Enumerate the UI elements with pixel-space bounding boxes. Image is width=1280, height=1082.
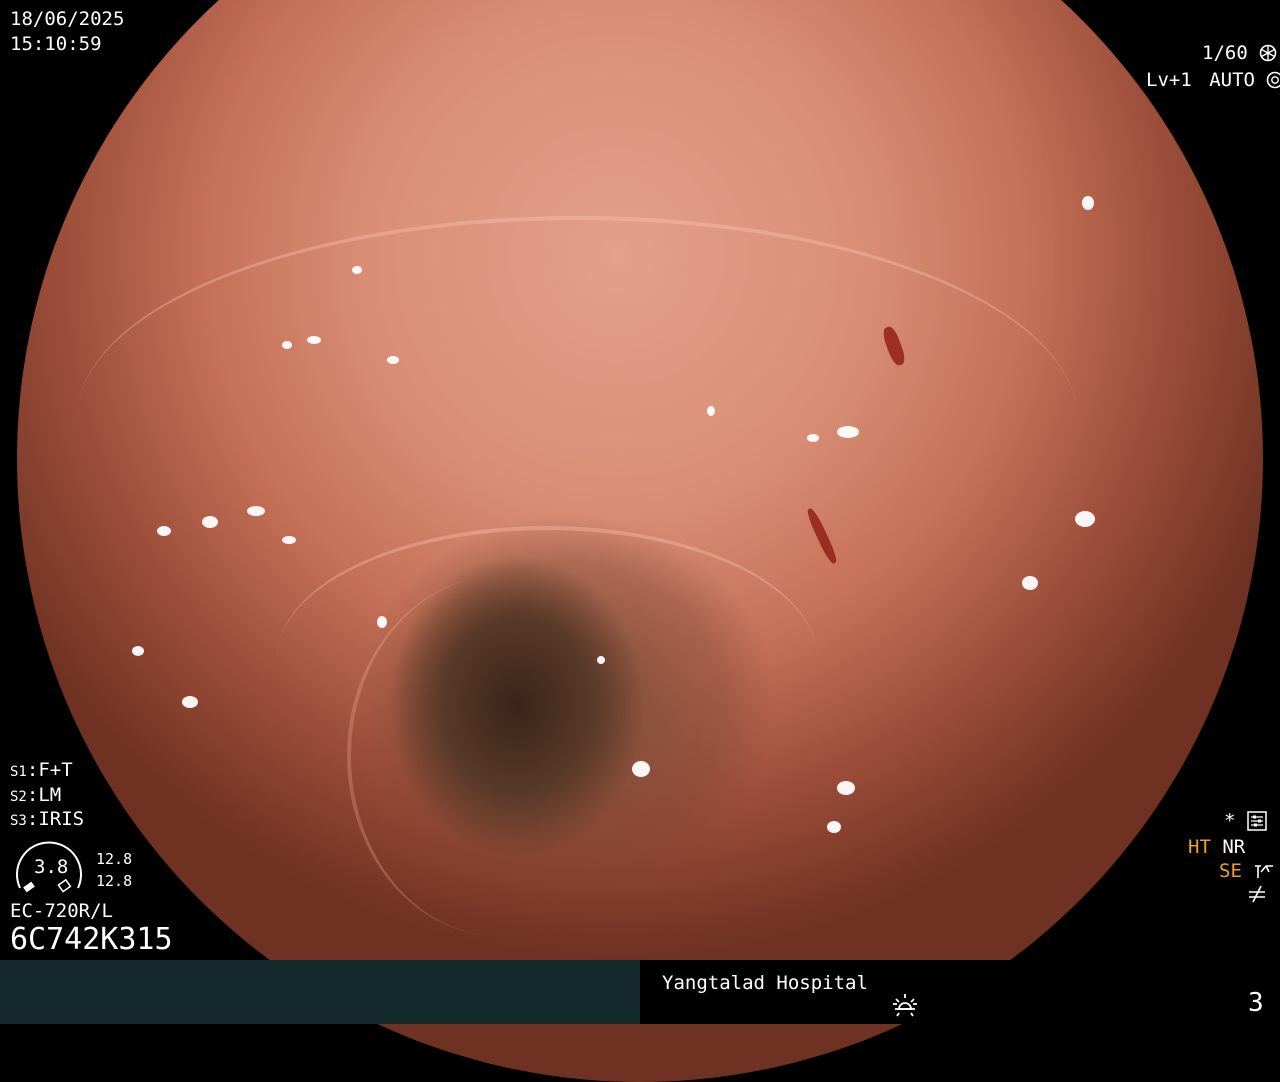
shutter-value: 1/60 xyxy=(1202,42,1248,64)
specular-highlight xyxy=(157,526,171,536)
gauge-bottom-value: 12.8 xyxy=(96,872,133,890)
auto-exposure-icon xyxy=(1255,69,1280,91)
gauge-top-value: 12.8 xyxy=(96,850,133,868)
indicator-row-1: * xyxy=(1224,810,1267,832)
shutter-icon xyxy=(1259,42,1277,64)
setting-s1-value: F+T xyxy=(38,759,73,781)
setting-s1: S1:F+T xyxy=(10,759,73,781)
indicator-row-3: SE xyxy=(1219,860,1275,882)
se-indicator: SE xyxy=(1219,860,1242,882)
shutter-speed: 1/60 xyxy=(1202,42,1277,64)
specular-highlight xyxy=(377,616,387,628)
brightness-icon xyxy=(890,990,920,1024)
setting-s3: S3:IRIS xyxy=(10,808,85,830)
indicator-row-2: HT NR xyxy=(1188,836,1245,858)
specular-highlight xyxy=(1075,511,1095,527)
mucosal-fold xyxy=(347,576,651,936)
exposure-row: Lv+1 AUTO xyxy=(1146,69,1280,91)
specular-highlight xyxy=(837,781,855,795)
endoscopic-image xyxy=(17,0,1263,1082)
hospital-name: Yangtalad Hospital xyxy=(662,972,868,994)
page-number: 3 xyxy=(1248,988,1264,1018)
setting-s1-key: S1 xyxy=(10,764,27,780)
ht-indicator: HT xyxy=(1188,836,1211,858)
specular-highlight xyxy=(132,646,144,656)
specular-highlight xyxy=(1082,196,1094,210)
gauge-value: 3.8 xyxy=(34,856,69,878)
specular-highlight xyxy=(282,341,292,349)
setting-s3-value: IRIS xyxy=(38,808,85,830)
specular-highlight xyxy=(632,761,650,777)
setting-s2-value: LM xyxy=(38,784,62,806)
specular-highlight xyxy=(247,506,265,516)
date-label: 18/06/2025 xyxy=(10,8,125,30)
specular-highlight xyxy=(1022,576,1038,590)
gauge-icon: 3.8 xyxy=(10,838,92,898)
level-label: Lv+1 xyxy=(1146,69,1192,91)
specular-highlight xyxy=(307,336,321,344)
setting-s2: S2:LM xyxy=(10,784,62,806)
scope-model: EC-720R/L xyxy=(10,900,113,922)
setting-s2-key: S2 xyxy=(10,789,27,805)
star-indicator: * xyxy=(1224,810,1236,832)
settings-menu-icon xyxy=(1247,810,1267,832)
footer-left-panel xyxy=(0,960,640,1024)
specular-highlight xyxy=(827,821,841,833)
specular-highlight xyxy=(707,406,715,416)
setting-s3-key: S3 xyxy=(10,813,27,829)
specular-highlight xyxy=(837,426,859,438)
filter-off-icon xyxy=(1246,884,1268,909)
exposure-mode-label: AUTO xyxy=(1209,69,1255,91)
footer-bar: Yangtalad Hospital 3 xyxy=(0,960,1280,1024)
nr-indicator: NR xyxy=(1222,836,1246,858)
time-label: 15:10:59 xyxy=(10,33,102,55)
specular-highlight xyxy=(182,696,198,708)
se-mode-icon xyxy=(1242,860,1275,882)
specular-highlight xyxy=(282,536,296,544)
specular-highlight xyxy=(807,434,819,442)
scope-serial: 6C742K315 xyxy=(10,922,173,957)
specular-highlight xyxy=(352,266,362,274)
specular-highlight xyxy=(387,356,399,364)
specular-highlight xyxy=(202,516,218,528)
specular-highlight xyxy=(597,656,605,664)
